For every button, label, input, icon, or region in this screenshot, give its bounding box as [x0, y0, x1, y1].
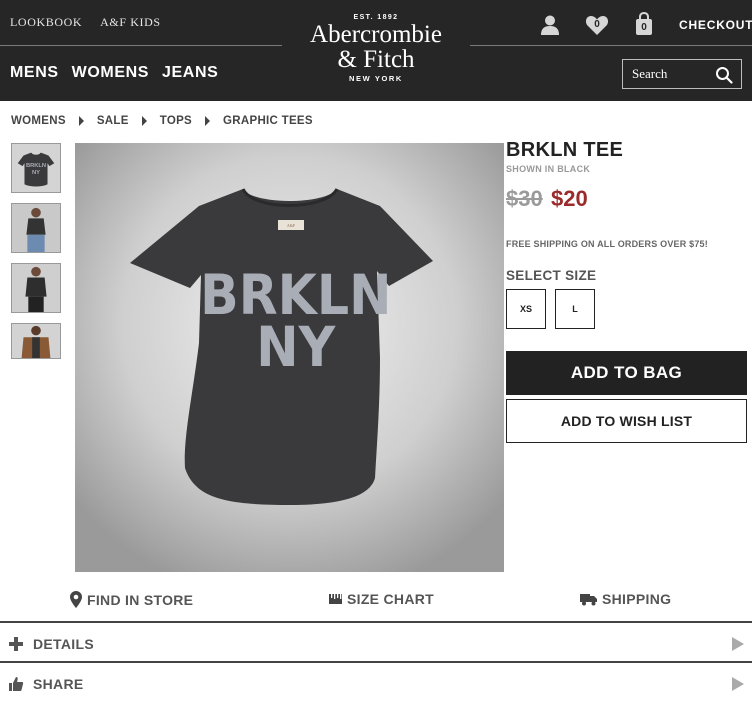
details-accordion[interactable]: DETAILS [0, 625, 752, 663]
details-label: DETAILS [33, 636, 94, 652]
shipping-link[interactable]: SHIPPING [580, 591, 671, 607]
breadcrumb-arrow-icon [78, 116, 84, 126]
size-chart-label: SIZE CHART [347, 591, 434, 607]
ruler-icon [329, 594, 342, 604]
product-main-image[interactable]: A&F BRKLN NY [75, 143, 504, 572]
af-kids-link[interactable]: A&F KIDS [100, 15, 160, 30]
logo-name-line1: Abercrombie [310, 21, 442, 48]
main-nav: MENS WOMENS JEANS [10, 64, 218, 82]
logo-est: EST. 1892 [353, 14, 399, 21]
free-shipping-note: FREE SHIPPING ON ALL ORDERS OVER $75! [506, 239, 708, 249]
svg-text:NY: NY [32, 170, 40, 176]
breadcrumb-arrow-icon [205, 116, 211, 126]
logo-name-line2: & Fitch [337, 46, 415, 73]
location-pin-icon [70, 591, 82, 608]
search-box [622, 59, 742, 89]
breadcrumb-sale[interactable]: SALE [97, 115, 129, 127]
nav-item-mens[interactable]: MENS [10, 64, 59, 82]
checkout-link[interactable]: CHECKOUT [679, 18, 752, 32]
product-thumbnail-1[interactable]: BRKLN NY [11, 143, 61, 193]
product-thumbnail-4[interactable] [11, 323, 61, 359]
add-to-wishlist-button[interactable]: ADD TO WISH LIST [506, 399, 747, 443]
product-title: BRKLN TEE [506, 139, 624, 161]
product-color-note: SHOWN IN BLACK [506, 164, 591, 174]
tee-graphic-line2: NY [256, 316, 336, 379]
utility-links: LOOKBOOK A&F KIDS [10, 15, 161, 30]
share-accordion[interactable]: SHARE [0, 665, 752, 701]
section-divider [0, 661, 752, 663]
size-button-xs[interactable]: XS [506, 289, 546, 329]
wishlist-heart-icon[interactable]: 0 [585, 14, 609, 36]
wishlist-count: 0 [594, 19, 600, 30]
add-to-bag-button[interactable]: ADD TO BAG [506, 351, 747, 395]
nav-item-womens[interactable]: WOMENS [72, 64, 149, 82]
product-thumbnail-2[interactable] [11, 203, 61, 253]
share-label: SHARE [33, 676, 84, 692]
search-icon[interactable] [715, 66, 733, 84]
brand-logo[interactable]: EST. 1892 Abercrombie & Fitch NEW YORK [282, 14, 470, 83]
breadcrumb-tops[interactable]: TOPS [160, 115, 192, 127]
site-header: LOOKBOOK A&F KIDS EST. 1892 Abercrombie … [0, 0, 752, 101]
original-price: $30 [506, 186, 543, 211]
size-chart-link[interactable]: SIZE CHART [329, 591, 434, 607]
lookbook-link[interactable]: LOOKBOOK [10, 15, 82, 30]
svg-text:BRKLN: BRKLN [26, 163, 46, 169]
breadcrumb: WOMENS SALE TOPS GRAPHIC TEES [11, 115, 313, 127]
shopping-bag-icon[interactable]: 0 [635, 12, 653, 36]
find-in-store-link[interactable]: FIND IN STORE [70, 591, 193, 608]
truck-icon [580, 593, 597, 605]
account-icon[interactable] [540, 14, 560, 36]
bag-count: 0 [641, 22, 647, 33]
search-input[interactable] [623, 60, 713, 88]
expand-arrow-icon [732, 677, 744, 691]
product-thumbnail-3[interactable] [11, 263, 61, 313]
logo-city: NEW YORK [349, 74, 403, 83]
nav-item-jeans[interactable]: JEANS [162, 64, 218, 82]
select-size-label: SELECT SIZE [506, 268, 597, 283]
breadcrumb-womens[interactable]: WOMENS [11, 115, 66, 127]
thumbs-up-icon [9, 677, 24, 691]
sale-price: $20 [551, 186, 588, 211]
header-divider-left [0, 45, 282, 46]
expand-arrow-icon [732, 637, 744, 651]
header-divider-right [470, 45, 752, 46]
breadcrumb-arrow-icon [141, 116, 147, 126]
shipping-label: SHIPPING [602, 591, 672, 607]
svg-text:A&F: A&F [287, 223, 296, 228]
section-divider [0, 621, 752, 623]
breadcrumb-graphic-tees[interactable]: GRAPHIC TEES [223, 115, 313, 127]
plus-icon [9, 637, 23, 651]
find-in-store-label: FIND IN STORE [87, 591, 194, 608]
size-button-l[interactable]: L [555, 289, 595, 329]
